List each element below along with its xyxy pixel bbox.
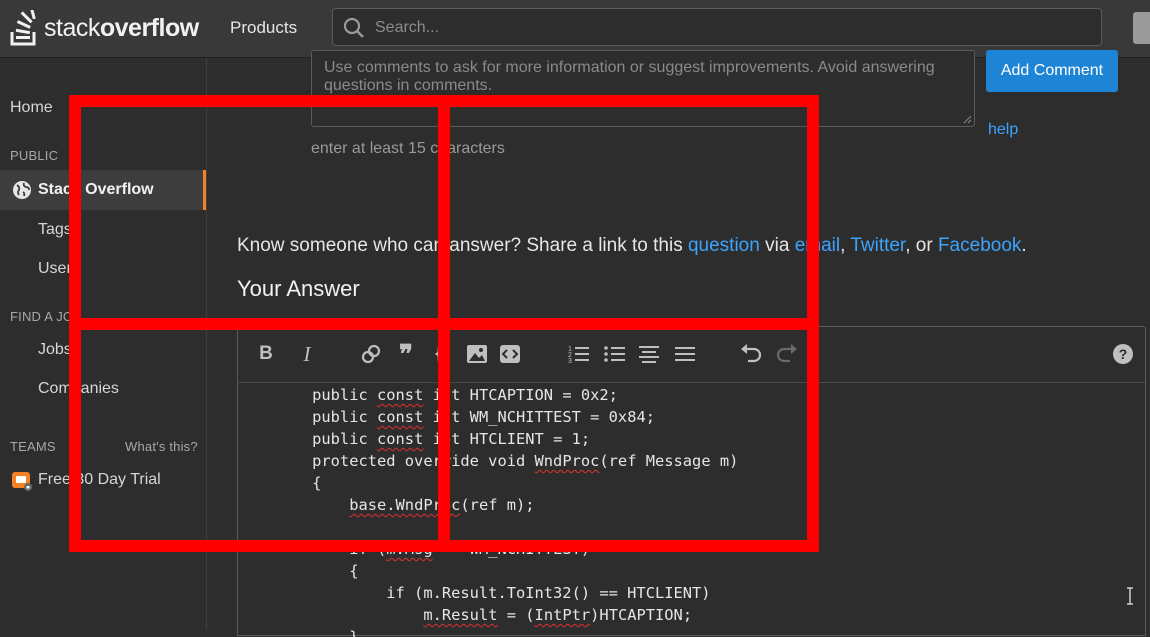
code-line: } bbox=[238, 628, 359, 637]
help-link[interactable]: help bbox=[988, 121, 1018, 139]
red-annotation-box-bottom-right bbox=[438, 318, 819, 552]
avatar[interactable] bbox=[1133, 12, 1150, 44]
products-menu[interactable]: Products bbox=[230, 18, 297, 38]
search-input[interactable] bbox=[373, 15, 1077, 41]
stackoverflow-logo-icon bbox=[10, 10, 36, 46]
help-question-icon[interactable]: ? bbox=[1112, 343, 1134, 365]
code-line: m.Result = (IntPtr)HTCAPTION; bbox=[423, 606, 693, 624]
red-annotation-box-top-left bbox=[69, 95, 450, 330]
svg-text:?: ? bbox=[1119, 346, 1128, 362]
stackoverflow-logo[interactable]: stackoverflow bbox=[10, 8, 199, 48]
red-annotation-box-top-right bbox=[438, 95, 819, 330]
logo-text: stackoverflow bbox=[44, 13, 199, 42]
briefcase-icon bbox=[12, 472, 32, 491]
section-label-public: PUBLIC bbox=[10, 148, 59, 163]
globe-icon bbox=[13, 181, 31, 199]
section-label-teams: TEAMS bbox=[10, 439, 56, 454]
facebook-link[interactable]: Facebook bbox=[938, 235, 1021, 256]
sidebar-item-jobs[interactable]: Jobs bbox=[38, 341, 72, 359]
add-comment-button[interactable]: Add Comment bbox=[986, 50, 1118, 92]
sidebar-item-home[interactable]: Home bbox=[10, 99, 53, 117]
twitter-link[interactable]: Twitter bbox=[850, 235, 905, 256]
sidebar-item-tags[interactable]: Tags bbox=[38, 221, 72, 239]
comment-placeholder: Use comments to ask for more information… bbox=[324, 59, 935, 94]
code-line: { bbox=[238, 562, 359, 580]
resize-handle-icon[interactable] bbox=[962, 114, 972, 124]
text-cursor-icon bbox=[1127, 587, 1133, 605]
code-line: if (m.Result.ToInt32() == HTCLIENT) bbox=[238, 584, 711, 602]
red-annotation-box-bottom-left bbox=[69, 318, 450, 552]
search-icon bbox=[343, 17, 364, 38]
search-box[interactable] bbox=[332, 8, 1102, 46]
